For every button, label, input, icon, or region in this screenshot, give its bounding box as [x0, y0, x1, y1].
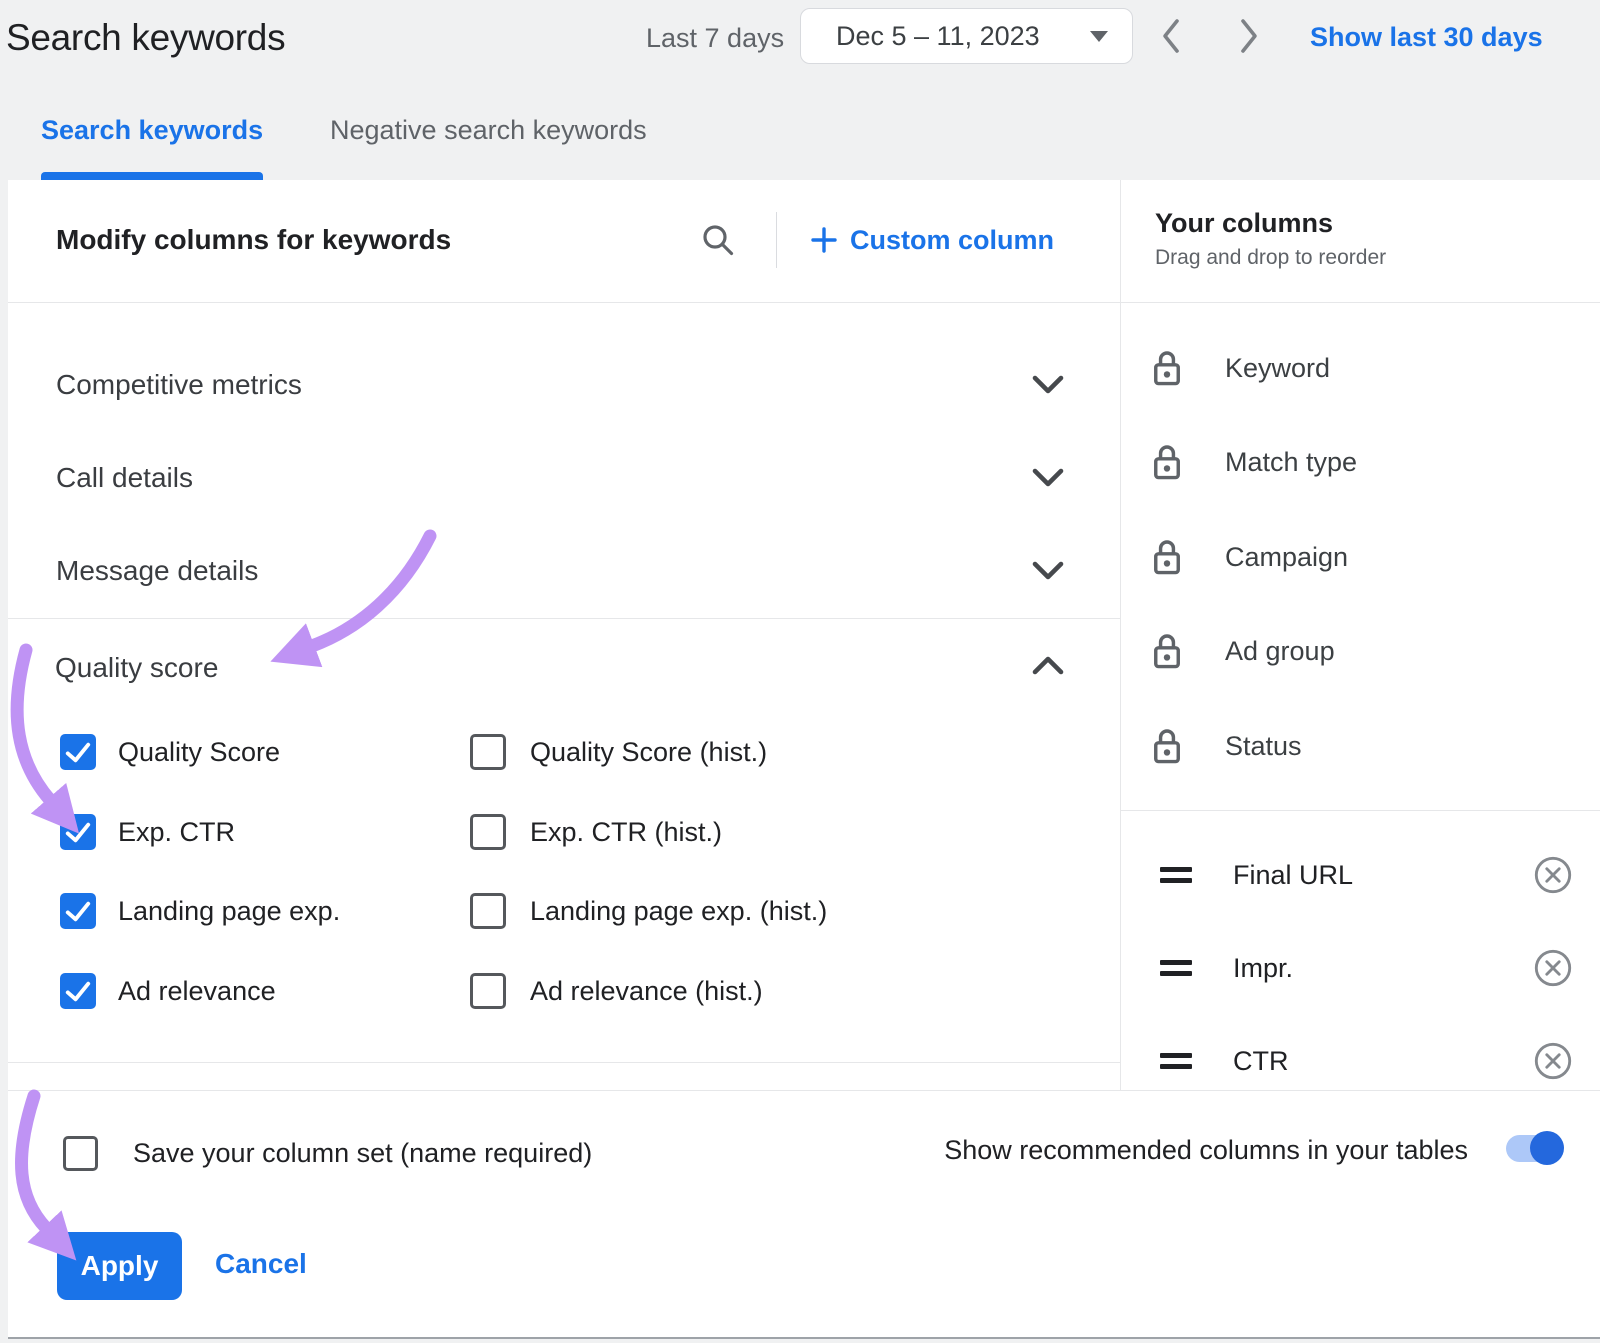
- tab-negative-search-keywords[interactable]: Negative search keywords: [330, 113, 647, 147]
- date-range-value: Dec 5 – 11, 2023: [836, 21, 1040, 52]
- checkmark-icon: [60, 734, 96, 770]
- landing-page-exp-hist-checkbox[interactable]: [470, 893, 506, 929]
- ad-relevance-hist-checkbox[interactable]: [470, 973, 506, 1009]
- quality-score-hist-label[interactable]: Quality Score (hist.): [530, 733, 767, 771]
- collapse-quality-score-button[interactable]: [1032, 655, 1064, 675]
- chevron-down-icon: [1032, 561, 1064, 581]
- ad-relevance-checkbox[interactable]: [60, 973, 96, 1009]
- checkmark-icon: [60, 973, 96, 1009]
- show-last-30-days-link[interactable]: Show last 30 days: [1310, 21, 1543, 53]
- next-period-button[interactable]: [1236, 17, 1262, 55]
- drag-handle[interactable]: [1160, 960, 1192, 976]
- chevron-down-icon: [1032, 468, 1064, 488]
- exp-ctr-label[interactable]: Exp. CTR: [118, 813, 235, 851]
- custom-column-button[interactable]: [810, 226, 838, 254]
- footer-divider: [8, 1090, 1600, 1091]
- locked-column-match-type: Match type: [1225, 443, 1357, 481]
- custom-column-label[interactable]: Custom column: [850, 224, 1054, 256]
- expand-call-details-button[interactable]: [1032, 468, 1064, 488]
- sections-divider: [8, 618, 1120, 619]
- checkmark-icon: [60, 893, 96, 929]
- remove-ctr-button[interactable]: [1532, 1040, 1574, 1082]
- section-competitive-metrics[interactable]: Competitive metrics: [56, 365, 302, 405]
- expand-competitive-metrics-button[interactable]: [1032, 375, 1064, 395]
- caret-down-icon: [1090, 31, 1108, 42]
- landing-page-exp-hist-label[interactable]: Landing page exp. (hist.): [530, 892, 827, 930]
- locked-column-status: Status: [1225, 727, 1302, 765]
- save-column-set-label[interactable]: Save your column set (name required): [133, 1134, 592, 1172]
- exp-ctr-hist-checkbox[interactable]: [470, 814, 506, 850]
- drag-handle[interactable]: [1160, 1053, 1192, 1069]
- remove-impr-button[interactable]: [1532, 947, 1574, 989]
- landing-page-exp-checkbox[interactable]: [60, 893, 96, 929]
- section-quality-score[interactable]: Quality score: [55, 648, 218, 688]
- section-message-details[interactable]: Message details: [56, 551, 258, 591]
- quality-score-hist-checkbox[interactable]: [470, 734, 506, 770]
- remove-circle-icon: [1532, 854, 1574, 896]
- section-call-details[interactable]: Call details: [56, 458, 193, 498]
- chevron-right-icon: [1236, 17, 1262, 55]
- locked-column-campaign: Campaign: [1225, 538, 1348, 576]
- date-range-picker[interactable]: Dec 5 – 11, 2023: [800, 8, 1133, 64]
- locked-column-keyword: Keyword: [1225, 349, 1330, 387]
- ad-relevance-label[interactable]: Ad relevance: [118, 972, 276, 1010]
- active-tab-underline: [41, 172, 263, 180]
- chevron-left-icon: [1158, 17, 1184, 55]
- apply-button[interactable]: Apply: [57, 1232, 182, 1300]
- lock-icon: [1152, 537, 1182, 577]
- lock-icon: [1152, 442, 1182, 482]
- exp-ctr-hist-label[interactable]: Exp. CTR (hist.): [530, 813, 722, 851]
- recommended-columns-label: Show recommended columns in your tables: [860, 1131, 1468, 1169]
- header-vertical-divider: [776, 212, 777, 268]
- previous-period-button[interactable]: [1158, 17, 1184, 55]
- lock-icon: [1152, 348, 1182, 388]
- your-columns-title: Your columns: [1155, 206, 1333, 240]
- landing-page-exp-label[interactable]: Landing page exp.: [118, 892, 340, 930]
- exp-ctr-checkbox[interactable]: [60, 814, 96, 850]
- header-divider: [8, 302, 1600, 303]
- toggle-knob[interactable]: [1530, 1131, 1564, 1165]
- save-column-set-checkbox[interactable]: [63, 1136, 98, 1171]
- draggable-column-ctr: CTR: [1233, 1042, 1289, 1080]
- dialog-title: Modify columns for keywords: [56, 222, 451, 258]
- draggable-column-final-url: Final URL: [1233, 856, 1353, 894]
- page-title: Search keywords: [6, 12, 285, 64]
- cancel-button[interactable]: Cancel: [215, 1248, 307, 1280]
- quality-score-label[interactable]: Quality Score: [118, 733, 280, 771]
- ad-relevance-hist-label[interactable]: Ad relevance (hist.): [530, 972, 763, 1010]
- your-columns-subtitle: Drag and drop to reorder: [1155, 244, 1386, 272]
- remove-circle-icon: [1532, 1040, 1574, 1082]
- period-label: Last 7 days: [646, 22, 784, 54]
- search-icon: [700, 222, 736, 258]
- sidebar-divider: [1120, 180, 1121, 1090]
- remove-circle-icon: [1532, 947, 1574, 989]
- remove-final-url-button[interactable]: [1532, 854, 1574, 896]
- lock-icon: [1152, 631, 1182, 671]
- quality-section-bottom-divider: [8, 1062, 1120, 1063]
- chevron-up-icon: [1032, 655, 1064, 675]
- drag-handle[interactable]: [1160, 867, 1192, 883]
- apply-button-label: Apply: [81, 1250, 159, 1282]
- plus-icon: [810, 226, 838, 254]
- locked-column-ad-group: Ad group: [1225, 632, 1335, 670]
- tab-search-keywords[interactable]: Search keywords: [41, 113, 263, 147]
- lock-icon: [1152, 726, 1182, 766]
- chevron-down-icon: [1032, 375, 1064, 395]
- quality-score-checkbox[interactable]: [60, 734, 96, 770]
- expand-message-details-button[interactable]: [1032, 561, 1064, 581]
- search-button[interactable]: [700, 222, 736, 258]
- sidebar-section-divider: [1120, 810, 1600, 811]
- draggable-column-impr: Impr.: [1233, 949, 1293, 987]
- checkmark-icon: [60, 814, 96, 850]
